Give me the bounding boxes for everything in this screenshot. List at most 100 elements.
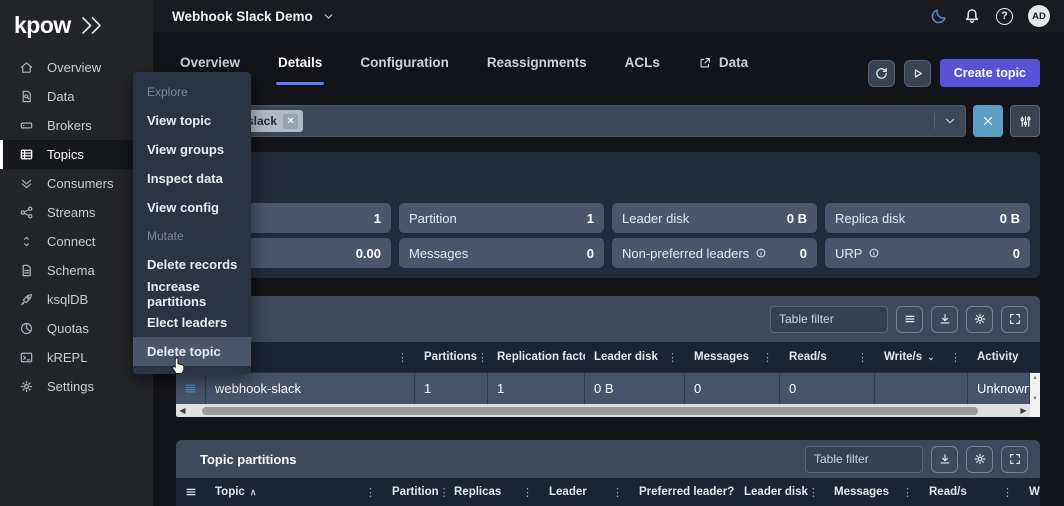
- table-icon: [19, 147, 34, 162]
- scroll-right-icon[interactable]: ▶: [1017, 406, 1030, 415]
- table-download-button[interactable]: [931, 446, 958, 473]
- sidebar-item-schema[interactable]: Schema: [0, 256, 153, 285]
- table-columns-button[interactable]: [896, 306, 923, 333]
- menu-item-view-groups[interactable]: View groups: [133, 135, 251, 164]
- help-icon[interactable]: ?: [996, 8, 1013, 25]
- environment-selector[interactable]: Webhook Slack Demo: [172, 0, 335, 32]
- table-download-button[interactable]: [931, 306, 958, 333]
- topics-table-toolbar: [176, 296, 1040, 342]
- column-kebab-icon[interactable]: ⋮: [1002, 486, 1013, 499]
- sidebar-item-brokers[interactable]: Brokers: [0, 111, 153, 140]
- column-kebab-icon[interactable]: ⋮: [902, 486, 913, 499]
- column-kebab-icon[interactable]: ⋮: [612, 486, 623, 499]
- tab-acls[interactable]: ACLs: [625, 55, 660, 85]
- column-writes[interactable]: Write/s: [1020, 478, 1040, 506]
- filter-settings-button[interactable]: [1010, 105, 1040, 137]
- menu-item-view-config[interactable]: View config: [133, 193, 251, 222]
- column-kebab-icon[interactable]: ⋮: [477, 351, 488, 364]
- vertical-scrollbar[interactable]: ▲ ▼: [1030, 373, 1040, 404]
- sidebar-item-krepl[interactable]: kREPL: [0, 343, 153, 372]
- column-preferred-leader[interactable]: Preferred leader?⋮: [630, 478, 735, 506]
- avatar[interactable]: AD: [1028, 5, 1050, 27]
- column-reads[interactable]: Read/s⋮: [780, 342, 875, 372]
- sidebar-item-topics[interactable]: Topics: [0, 140, 153, 169]
- column-writes[interactable]: Write/s⌄⋮: [875, 342, 968, 372]
- tab-data[interactable]: Data: [698, 55, 748, 85]
- create-topic-button[interactable]: Create topic: [940, 59, 1040, 87]
- sidebar-item-label: ksqlDB: [47, 292, 88, 307]
- tab-reassignments[interactable]: Reassignments: [487, 55, 587, 85]
- sidebar-item-streams[interactable]: Streams: [0, 198, 153, 227]
- column-replication-factor[interactable]: Replication factor⋮: [488, 342, 585, 372]
- stat-card-replica-disk: Replica disk0 B: [825, 203, 1030, 233]
- row-handle[interactable]: [176, 373, 206, 404]
- column-leader[interactable]: Leader⋮: [540, 478, 630, 506]
- column-reads[interactable]: Read/s⋮: [920, 478, 1020, 506]
- column-partition[interactable]: Partition⋮: [383, 478, 445, 506]
- header-actions: Create topic: [868, 59, 1040, 87]
- table-expand-button[interactable]: [1001, 446, 1028, 473]
- sidebar-item-overview[interactable]: Overview: [0, 53, 153, 82]
- table-filter-input[interactable]: [805, 446, 923, 473]
- column-messages[interactable]: Messages⋮: [685, 342, 780, 372]
- filter-dropdown-chevron-icon[interactable]: [943, 114, 957, 128]
- menu-item-elect-leaders[interactable]: Elect leaders: [133, 308, 251, 337]
- sidebar-item-quotas[interactable]: Quotas: [0, 314, 153, 343]
- menu-item-view-topic[interactable]: View topic: [133, 106, 251, 135]
- scroll-left-icon[interactable]: ◀: [176, 406, 189, 415]
- notifications-bell-icon[interactable]: [963, 7, 981, 25]
- column-kebab-icon[interactable]: ⋮: [365, 486, 376, 499]
- sort-updown-icon: [19, 234, 34, 249]
- column-kebab-icon[interactable]: ⋮: [808, 486, 819, 499]
- column-kebab-icon[interactable]: ⋮: [397, 351, 408, 364]
- menu-item-delete-topic[interactable]: Delete topic: [133, 337, 251, 366]
- column-kebab-icon[interactable]: ⋮: [667, 351, 678, 364]
- table-settings-button[interactable]: [966, 306, 993, 333]
- info-icon[interactable]: [868, 247, 880, 259]
- cell-writes: [875, 373, 968, 404]
- tab-label: Details: [278, 55, 322, 70]
- file-search-icon: [19, 89, 34, 104]
- chip-remove-icon[interactable]: ×: [283, 114, 298, 129]
- menu-item-increase-partitions[interactable]: Increase partitions: [133, 279, 251, 308]
- table-row[interactable]: webhook-slack 1 1 0 B 0 0 Unknown ▲ ▼: [176, 372, 1040, 404]
- column-topic[interactable]: Topic∧⋮: [206, 478, 383, 506]
- sidebar-item-data[interactable]: Data: [0, 82, 153, 111]
- sidebar-item-consumers[interactable]: Consumers: [0, 169, 153, 198]
- table-filter-input[interactable]: [770, 306, 888, 333]
- scrollbar-thumb[interactable]: [202, 407, 978, 415]
- kpow-logo[interactable]: kpow: [0, 0, 153, 40]
- clear-filter-button[interactable]: [973, 105, 1003, 137]
- sidebar-item-ksqldb[interactable]: ksqlDB: [0, 285, 153, 314]
- info-icon[interactable]: [755, 247, 767, 259]
- sidebar-item-settings[interactable]: Settings: [0, 372, 153, 401]
- stat-card-messages: Messages0: [399, 238, 604, 268]
- sidebar-item-label: Quotas: [47, 321, 89, 336]
- table-expand-button[interactable]: [1001, 306, 1028, 333]
- pie-chart-icon: [19, 321, 34, 336]
- dark-mode-moon-icon[interactable]: [930, 7, 948, 25]
- table-settings-button[interactable]: [966, 446, 993, 473]
- menu-item-inspect-data[interactable]: Inspect data: [133, 164, 251, 193]
- column-kebab-icon[interactable]: ⋮: [522, 486, 533, 499]
- column-leader-disk[interactable]: Leader disk⋮: [735, 478, 825, 506]
- menu-item-delete-records[interactable]: Delete records: [133, 250, 251, 279]
- column-kebab-icon[interactable]: ⋮: [857, 351, 868, 364]
- sidebar-item-connect[interactable]: Connect: [0, 227, 153, 256]
- column-partitions[interactable]: Partitions⋮: [415, 342, 488, 372]
- column-leader-disk[interactable]: Leader disk⋮: [585, 342, 685, 372]
- filter-input-end: [934, 113, 957, 129]
- horizontal-scrollbar[interactable]: ◀ ▶: [176, 404, 1040, 417]
- refresh-button[interactable]: [868, 60, 895, 87]
- tab-details[interactable]: Details: [278, 55, 322, 85]
- tab-configuration[interactable]: Configuration: [360, 55, 448, 85]
- gear-icon: [973, 312, 987, 326]
- column-kebab-icon[interactable]: ⋮: [950, 351, 961, 364]
- column-messages[interactable]: Messages⋮: [825, 478, 920, 506]
- column-replicas[interactable]: Replicas⋮: [445, 478, 540, 506]
- column-activity[interactable]: Activity: [968, 342, 1040, 372]
- topic-filter-input[interactable]: webhook-slack ×: [176, 105, 966, 137]
- rows-menu-header[interactable]: [176, 478, 206, 506]
- column-kebab-icon[interactable]: ⋮: [762, 351, 773, 364]
- play-button[interactable]: [904, 60, 931, 87]
